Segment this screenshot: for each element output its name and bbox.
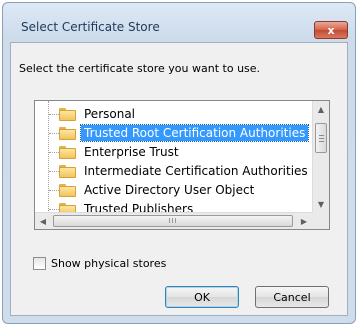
tree-item[interactable]: Intermediate Certification Authorities [35,162,312,181]
scroll-right-icon[interactable]: ▶ [296,213,312,229]
folder-icon [59,184,76,197]
scroll-up-icon[interactable]: ▲ [313,101,329,117]
tree-item-label: Personal [84,107,136,121]
tree-item-label: Intermediate Certification Authorities [84,164,308,178]
show-physical-stores-label: Show physical stores [51,256,167,270]
folder-icon [59,203,76,212]
folder-icon [59,165,76,178]
tree-items: Personal Trusted Root Certification Auth… [35,101,312,212]
tree-item-label: Trusted Publishers [84,202,194,212]
close-button[interactable]: x [314,21,348,39]
ok-button[interactable]: OK [165,286,239,308]
instruction-text: Select the certificate store you want to… [19,62,261,75]
scroll-left-icon[interactable]: ◀ [35,213,51,229]
show-physical-stores-option[interactable]: Show physical stores [33,255,166,271]
tree-item[interactable]: Trusted Publishers [35,200,312,212]
show-physical-stores-checkbox[interactable] [33,256,46,270]
folder-icon [59,108,76,121]
horizontal-scroll-thumb[interactable]: III [53,215,293,227]
vertical-scroll-thumb[interactable] [315,123,327,153]
dialog-title: Select Certificate Store [21,20,160,34]
cancel-button[interactable]: Cancel [255,286,329,308]
horizontal-scrollbar[interactable]: ◀ III ▶ [35,212,312,229]
tree-item[interactable]: Active Directory User Object [35,181,312,200]
tree-item-label: Trusted Root Certification Authorities [79,124,310,142]
close-icon: x [327,23,335,37]
scrollbar-corner [312,212,329,229]
tree-item-label: Enterprise Trust [84,145,179,159]
tree-item[interactable]: Trusted Root Certification Authorities [35,124,312,143]
scroll-down-icon[interactable]: ▼ [313,196,329,212]
vertical-scrollbar[interactable]: ▲ ▼ [312,101,329,212]
folder-icon [59,146,76,159]
folder-icon [59,127,76,140]
tree-item-label: Active Directory User Object [84,183,255,197]
tree-item[interactable]: Enterprise Trust [35,143,312,162]
certificate-store-tree[interactable]: Personal Trusted Root Certification Auth… [34,100,330,230]
title-bar[interactable]: Select Certificate Store x [3,3,355,39]
tree-item[interactable]: Personal [35,105,312,124]
